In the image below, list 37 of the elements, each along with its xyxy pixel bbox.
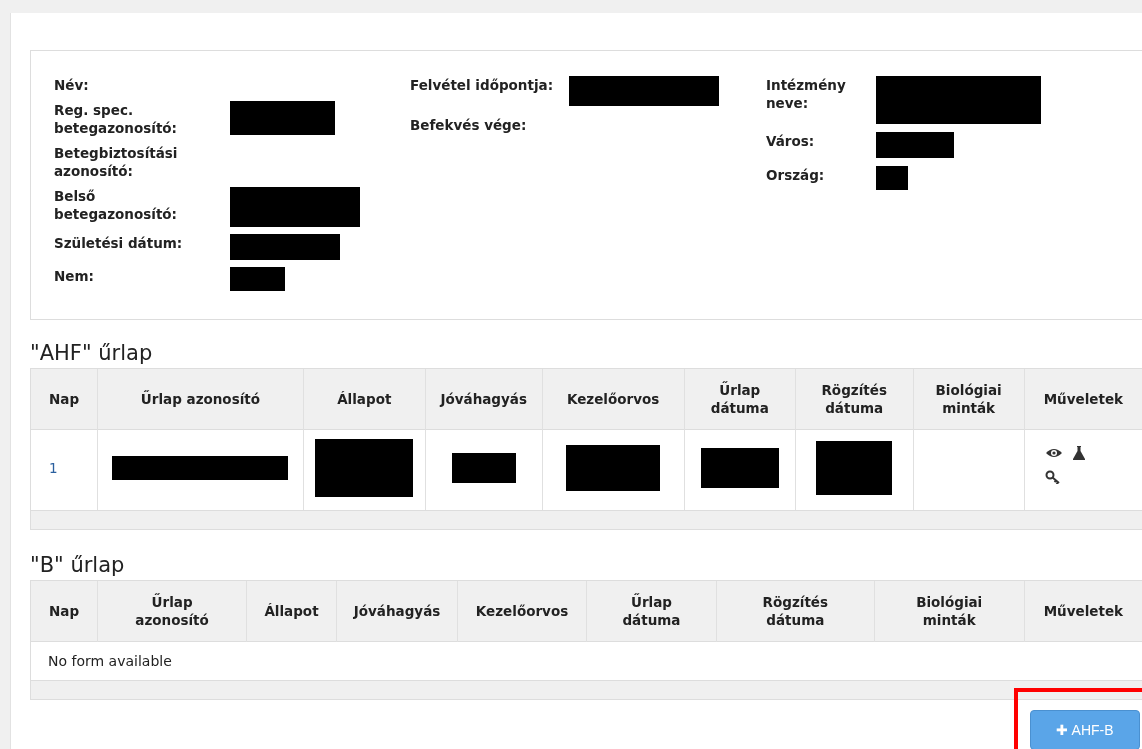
- column-header: Műveletek: [1024, 369, 1142, 430]
- column-header: Űrlap dátuma: [684, 369, 796, 430]
- field-label: Befekvés vége:: [410, 116, 528, 134]
- column-header: Kezelőorvos: [457, 580, 587, 641]
- column-header: Biológiai minták: [874, 580, 1025, 641]
- field-label: Születési dátum:: [54, 234, 184, 252]
- column-header: Űrlap azonosító: [97, 580, 247, 641]
- column-header: Rögzítés dátuma: [716, 580, 875, 641]
- section-title: "AHF" űrlap: [30, 340, 154, 366]
- field-label: Belső betegazonosító:: [54, 187, 178, 223]
- column-header: Nap: [31, 369, 98, 430]
- field-label: Felvétel időpontja:: [410, 76, 555, 94]
- column-header: Űrlap dátuma: [586, 580, 717, 641]
- column-header: Biológiai minták: [913, 369, 1025, 430]
- empty-message: No form available: [48, 652, 172, 669]
- add-form-button[interactable]: ✚ AHF-B: [1030, 709, 1140, 749]
- column-header: Jóváhagyás: [336, 580, 458, 641]
- column-header: Rögzítés dátuma: [795, 369, 914, 430]
- column-header: Állapot: [246, 580, 337, 641]
- table-cell: 1: [49, 460, 58, 476]
- eye-icon[interactable]: [1044, 447, 1063, 459]
- field-label: Ország:: [766, 166, 826, 184]
- field-label: Név:: [54, 76, 90, 94]
- field-label: Reg. spec. betegazonosító:: [54, 101, 178, 137]
- column-header: Nap: [31, 580, 98, 641]
- field-label: Város:: [766, 132, 816, 150]
- section-title: "B" űrlap: [30, 551, 126, 578]
- column-header: Jóváhagyás: [425, 369, 543, 430]
- field-label: Nem:: [54, 267, 95, 285]
- column-header: Állapot: [303, 369, 426, 430]
- flask-icon[interactable]: [1072, 446, 1085, 460]
- column-header: Kezelőorvos: [542, 369, 685, 430]
- column-header: Űrlap azonosító: [97, 369, 304, 430]
- field-label: Intézmény neve:: [766, 76, 847, 112]
- field-label: Betegbiztosítási azonosító:: [54, 144, 179, 180]
- key-icon[interactable]: [1044, 470, 1061, 484]
- column-header: Műveletek: [1024, 580, 1142, 641]
